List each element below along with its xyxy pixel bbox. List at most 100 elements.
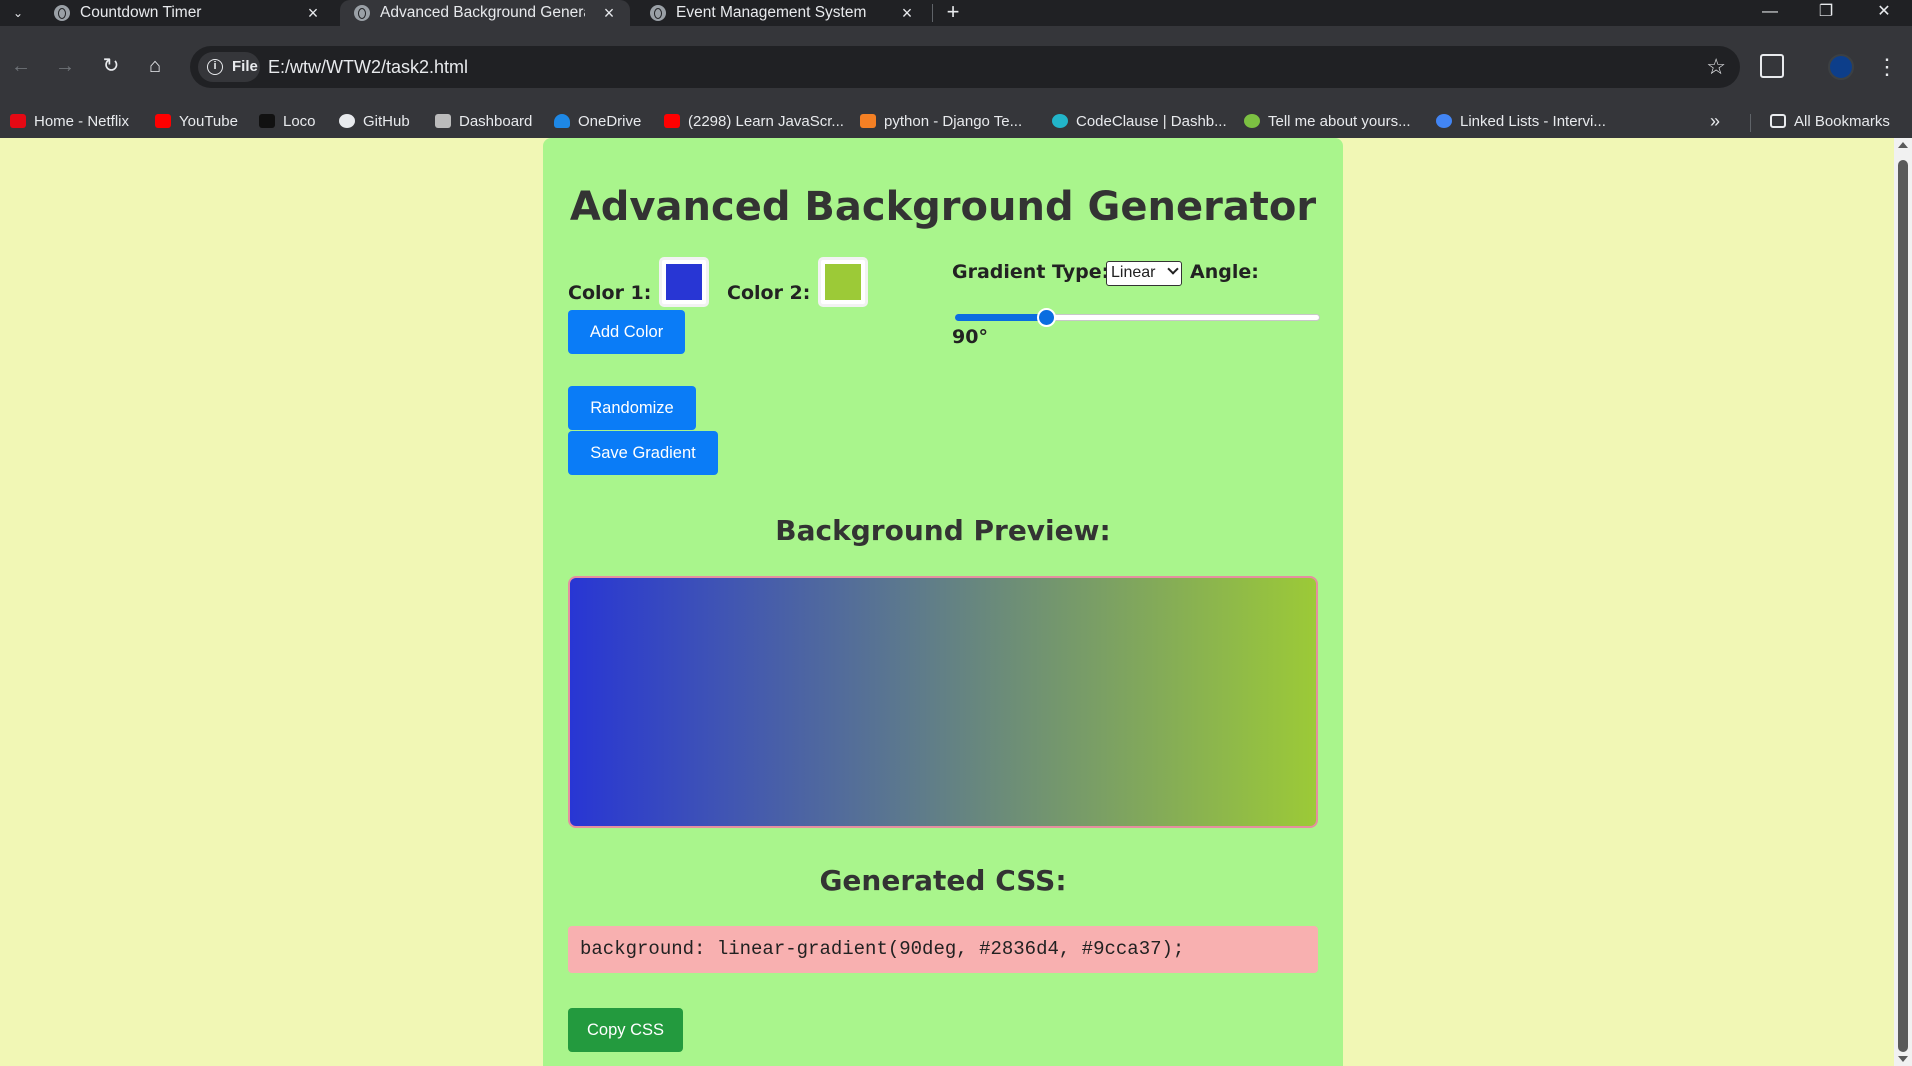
- close-icon[interactable]: ×: [304, 0, 322, 26]
- tab-advanced-background-generator[interactable]: Advanced Background Generat ×: [340, 0, 630, 26]
- address-bar[interactable]: i File E:/wtw/WTW2/task2.html ☆: [190, 46, 1740, 88]
- bookmark-label: Home - Netflix: [34, 113, 130, 130]
- bookmarks-separator: [1750, 114, 1751, 132]
- bookmark-star-icon[interactable]: ☆: [1706, 46, 1726, 88]
- bookmark-label: Loco: [283, 113, 316, 130]
- at-sign-icon: [1436, 114, 1452, 128]
- bookmark-label: All Bookmarks: [1794, 113, 1890, 130]
- tab-countdown-timer[interactable]: Countdown Timer ×: [40, 0, 330, 26]
- bookmark-label: CodeClause | Dashb...: [1076, 113, 1227, 130]
- bookmark-stackoverflow[interactable]: python - Django Te...: [860, 106, 1022, 138]
- copy-css-button[interactable]: Copy CSS: [568, 1008, 683, 1052]
- randomize-button[interactable]: Randomize: [568, 386, 696, 430]
- menu-kebab-icon[interactable]: ⋮: [1876, 52, 1898, 82]
- forward-arrow-icon[interactable]: →: [50, 51, 80, 81]
- tab-strip: ⌄ Countdown Timer × Advanced Background …: [0, 0, 1912, 26]
- globe-icon: [354, 5, 370, 21]
- profile-avatar[interactable]: [1828, 54, 1854, 80]
- bookmark-codeclause[interactable]: CodeClause | Dashb...: [1052, 106, 1227, 138]
- bookmark-learn-javascript[interactable]: (2298) Learn JavaScr...: [664, 106, 844, 138]
- all-bookmarks-folder[interactable]: All Bookmarks: [1770, 106, 1890, 138]
- gradient-type-value: Linear: [1111, 264, 1156, 281]
- back-arrow-icon[interactable]: ←: [6, 51, 36, 81]
- chevron-down-icon: [1167, 263, 1179, 275]
- tab-event-management-system[interactable]: Event Management System ×: [636, 0, 926, 26]
- scroll-up-arrow-icon[interactable]: [1898, 142, 1908, 148]
- window-close-icon[interactable]: ✕: [1856, 0, 1912, 26]
- globe-icon: [650, 5, 666, 21]
- bookmark-label: YouTube: [179, 113, 238, 130]
- bookmark-label: OneDrive: [578, 113, 642, 130]
- color1-picker[interactable]: [659, 257, 709, 307]
- add-color-button[interactable]: Add Color: [568, 310, 685, 354]
- codeclause-icon: [1052, 114, 1068, 128]
- tab-title: Advanced Background Generat: [380, 4, 585, 21]
- scroll-thumb[interactable]: [1898, 160, 1908, 1052]
- bookmark-dashboard[interactable]: Dashboard: [435, 106, 532, 138]
- slider-thumb[interactable]: [1036, 308, 1056, 327]
- slider-fill: [955, 314, 1047, 321]
- info-icon: i: [207, 59, 223, 75]
- globe-icon: [54, 5, 70, 21]
- browser-toolbar: ← → ↻ ⌂ i File E:/wtw/WTW2/task2.html ☆: [0, 26, 1912, 106]
- minimize-icon[interactable]: —: [1742, 0, 1798, 26]
- reload-icon[interactable]: ↻: [96, 51, 126, 81]
- new-tab-plus-icon[interactable]: +: [940, 0, 966, 26]
- gradient-type-label: Gradient Type:: [952, 261, 1110, 283]
- save-gradient-button[interactable]: Save Gradient: [568, 431, 718, 475]
- angle-label: Angle:: [1190, 261, 1259, 283]
- bookmark-label: python - Django Te...: [884, 113, 1023, 130]
- extensions-puzzle-icon[interactable]: [1760, 54, 1784, 78]
- tab-separator: [932, 4, 933, 22]
- bookmarks-bar: Home - Netflix YouTube Loco GitHub Dashb…: [0, 106, 1912, 138]
- youtube-icon: [664, 114, 680, 128]
- scroll-down-arrow-icon[interactable]: [1898, 1056, 1908, 1062]
- site-info-chip[interactable]: i File: [198, 52, 260, 82]
- close-icon[interactable]: ×: [600, 0, 618, 26]
- generated-css-output[interactable]: background: linear-gradient(90deg, #2836…: [568, 926, 1318, 973]
- onedrive-cloud-icon: [554, 114, 570, 128]
- restore-icon[interactable]: ❐: [1798, 0, 1854, 26]
- bookmark-label: GitHub: [363, 113, 410, 130]
- bookmark-loco[interactable]: Loco: [259, 106, 316, 138]
- bookmark-label: Tell me about yours...: [1268, 113, 1411, 130]
- gradient-type-select[interactable]: Linear: [1106, 261, 1182, 286]
- folder-icon: [1770, 114, 1786, 128]
- url-text[interactable]: E:/wtw/WTW2/task2.html: [268, 46, 468, 88]
- youtube-icon: [155, 114, 171, 128]
- page-scrollbar[interactable]: [1894, 138, 1912, 1066]
- bookmark-label: Linked Lists - Intervi...: [1460, 113, 1606, 130]
- loco-icon: [259, 114, 275, 128]
- color1-swatch: [666, 264, 702, 300]
- home-icon[interactable]: ⌂: [140, 51, 170, 81]
- color2-picker[interactable]: [818, 257, 868, 307]
- bookmark-youtube[interactable]: YouTube: [155, 106, 238, 138]
- close-icon[interactable]: ×: [898, 0, 916, 26]
- bookmark-label: (2298) Learn JavaScr...: [688, 113, 844, 130]
- color1-label: Color 1:: [568, 282, 652, 304]
- github-icon: [339, 114, 355, 128]
- page-title: Advanced Background Generator: [569, 184, 1317, 230]
- bookmark-label: Dashboard: [459, 113, 533, 130]
- tab-title: Countdown Timer: [80, 4, 202, 21]
- stackoverflow-icon: [860, 114, 876, 128]
- bookmark-tell-me-about-yourself[interactable]: Tell me about yours...: [1244, 106, 1411, 138]
- css-heading: Generated CSS:: [819, 864, 1067, 897]
- umbrella-icon: [1244, 114, 1260, 128]
- bookmark-github[interactable]: GitHub: [339, 106, 410, 138]
- bookmark-onedrive[interactable]: OneDrive: [554, 106, 641, 138]
- generator-container: Advanced Background Generator Color 1: C…: [543, 138, 1343, 1066]
- more-bookmarks-chevron-icon[interactable]: »: [1710, 106, 1720, 136]
- color2-label: Color 2:: [727, 282, 811, 304]
- page-viewport: Advanced Background Generator Color 1: C…: [0, 138, 1894, 1066]
- bookmark-netflix[interactable]: Home - Netflix: [10, 106, 129, 138]
- tab-title: Event Management System: [676, 4, 867, 21]
- angle-slider[interactable]: [955, 308, 1320, 328]
- bookmark-linked-lists[interactable]: Linked Lists - Intervi...: [1436, 106, 1606, 138]
- netflix-icon: [10, 114, 26, 128]
- tab-search-chevron-icon[interactable]: ⌄: [6, 2, 30, 24]
- color2-swatch: [825, 264, 861, 300]
- angle-value: 90°: [952, 326, 988, 348]
- background-preview: [568, 576, 1318, 828]
- preview-heading: Background Preview:: [775, 514, 1111, 547]
